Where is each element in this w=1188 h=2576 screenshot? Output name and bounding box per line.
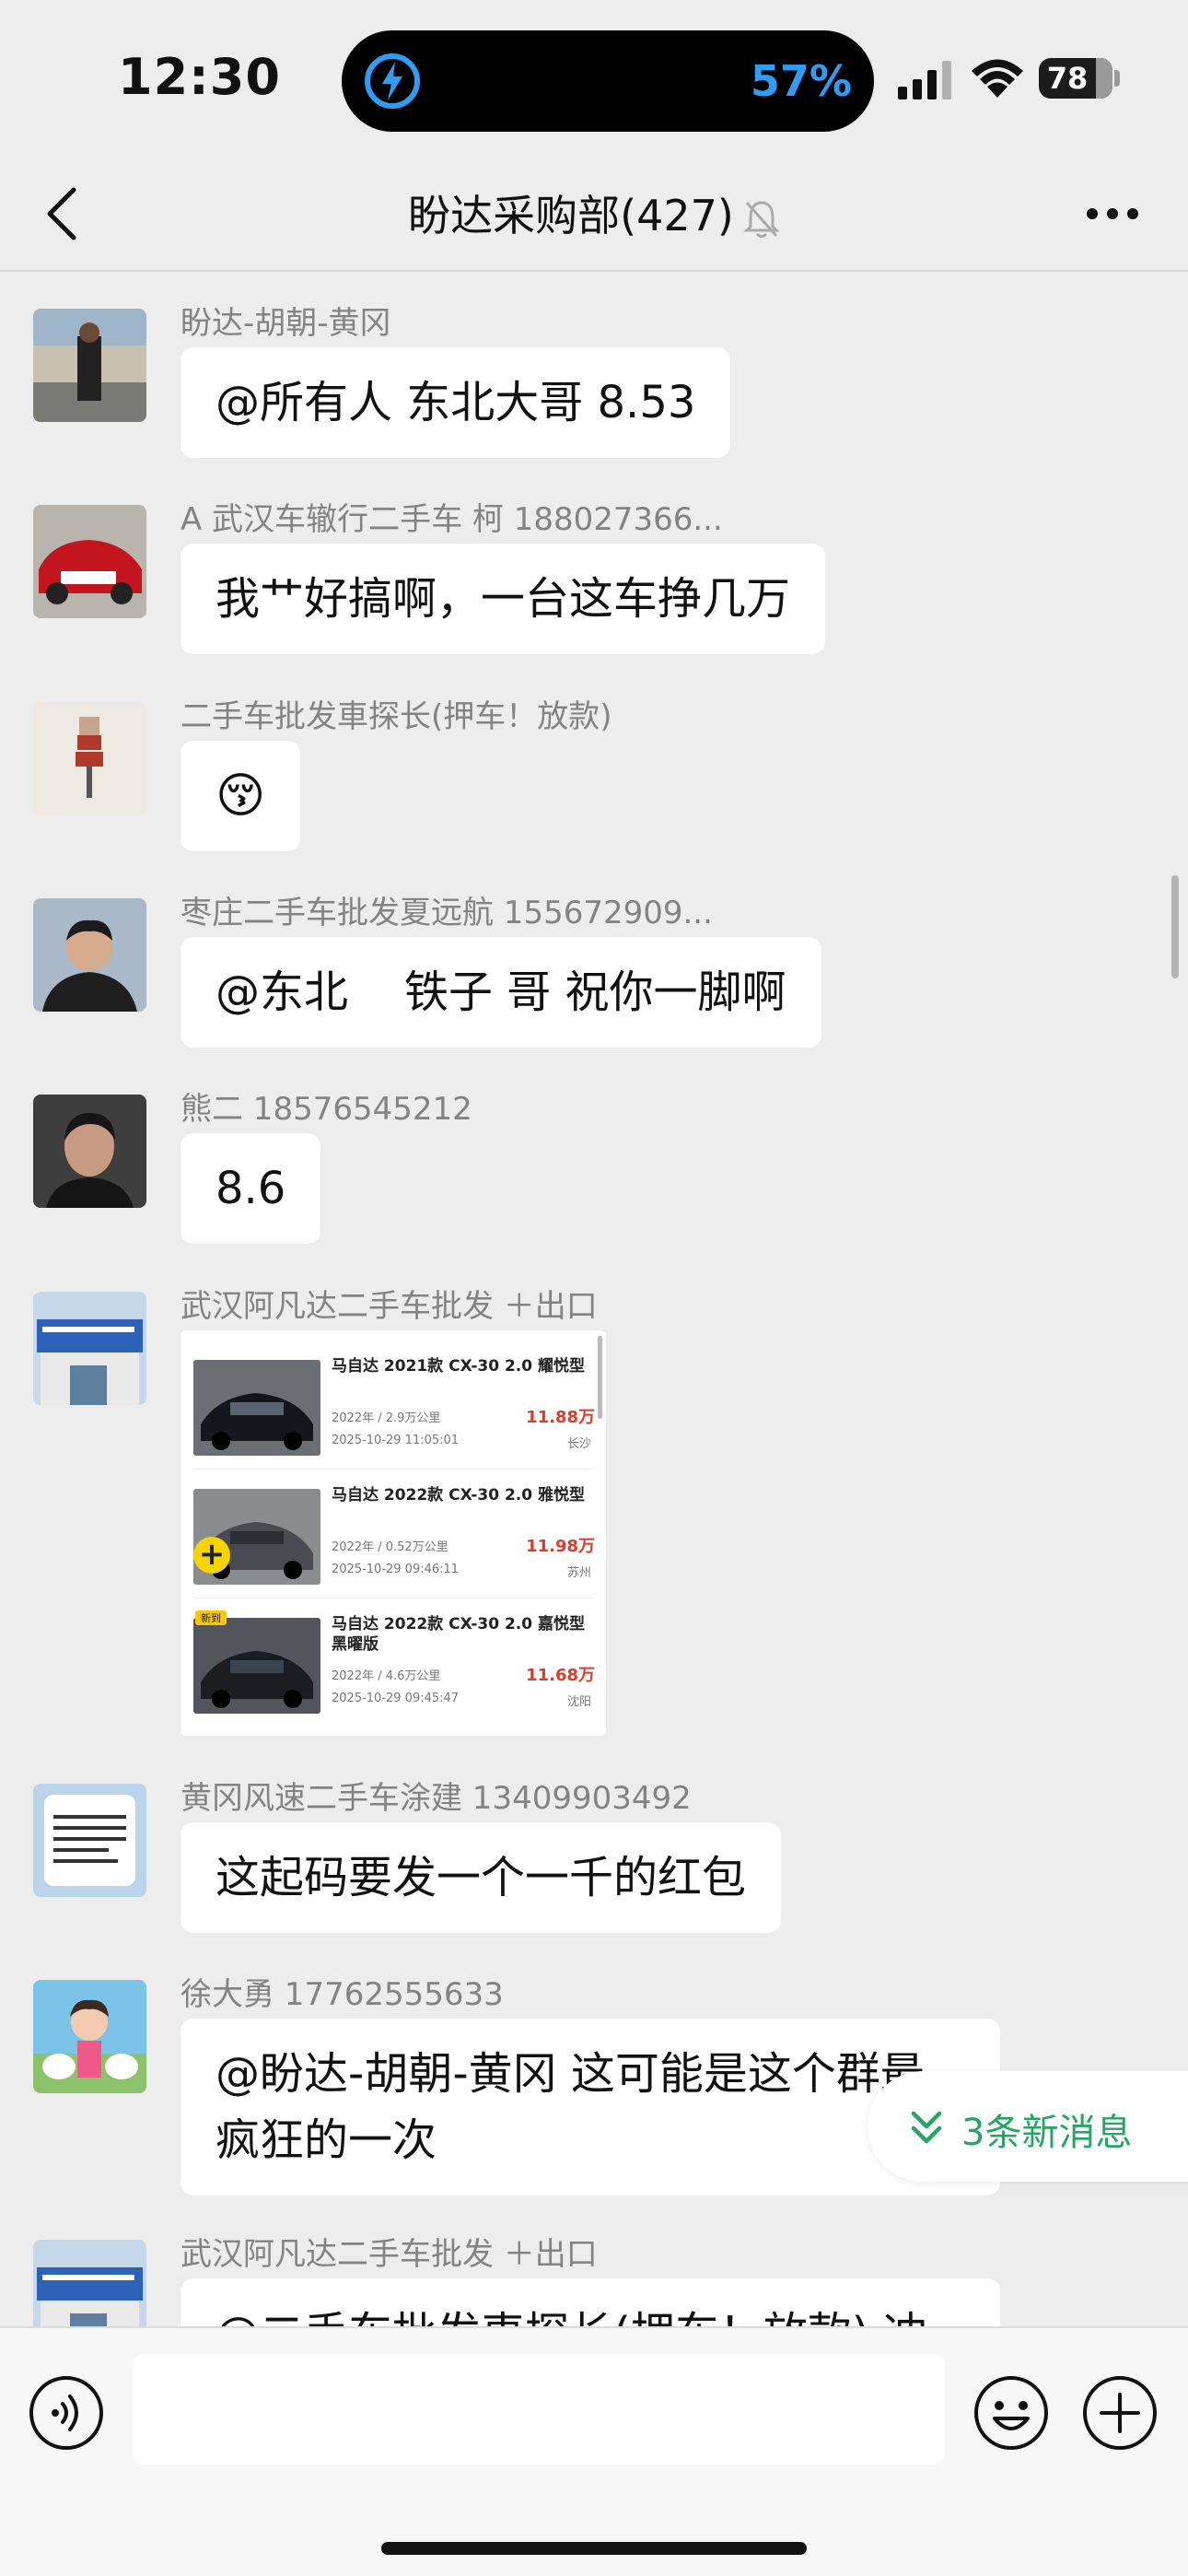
voice-input-icon[interactable] — [28, 2374, 105, 2452]
car-listing-row[interactable]: 新到 马自达 2022款 CX-30 2.0 嘉悦型黑曜版 2022年 / 4.… — [193, 1609, 599, 1719]
new-messages-label: 3条新消息 — [961, 2112, 1133, 2154]
message-bubble[interactable]: 😚 — [181, 741, 301, 851]
chat-title-text: 盼达采购部(427) — [408, 191, 734, 240]
cellular-signal-icon — [898, 61, 951, 100]
car-city: 长沙 — [566, 1437, 591, 1451]
message-input[interactable] — [133, 2354, 945, 2465]
battery-icon: 78 — [1039, 58, 1112, 99]
car-title: 马自达 2022款 CX-30 2.0 雅悦型 — [332, 1486, 586, 1505]
chat-header: 盼达采购部(427) — [0, 157, 1188, 272]
chat-title: 盼达采购部(427) — [0, 182, 1188, 243]
avatar[interactable] — [33, 702, 146, 815]
car-meta: 2022年 / 0.52万公里 — [332, 1540, 448, 1554]
car-title: 马自达 2021款 CX-30 2.0 耀悦型 — [332, 1357, 586, 1376]
sender-name: 盼达-胡朝-黄冈 — [181, 305, 391, 342]
car-photo — [193, 1360, 320, 1456]
sender-name: 黄冈风速二手车涂建 13409903492 — [181, 1780, 692, 1817]
car-date: 2025-10-29 09:45:47 — [332, 1692, 460, 1705]
plus-icon[interactable] — [1081, 2374, 1159, 2452]
car-city: 苏州 — [566, 1566, 591, 1580]
double-chevron-down-icon — [911, 2111, 942, 2144]
emoji-icon[interactable] — [973, 2374, 1050, 2452]
avatar[interactable] — [33, 898, 146, 1012]
car-price: 11.68万 — [526, 1666, 595, 1685]
new-messages-button[interactable]: 3条新消息 — [868, 2071, 1188, 2182]
add-icon[interactable]: + — [193, 1537, 230, 1574]
car-price: 11.98万 — [526, 1537, 595, 1556]
sender-name: 熊二 18576545212 — [181, 1091, 472, 1128]
message-bubble[interactable]: 这起码要发一个一千的红包 — [181, 1822, 782, 1933]
car-city: 沈阳 — [566, 1695, 591, 1709]
chat-input-bar — [0, 2326, 1188, 2576]
avatar[interactable] — [33, 505, 146, 618]
message-bubble[interactable]: @东北 铁子 哥 祝你一脚啊 — [181, 937, 821, 1048]
avatar[interactable] — [33, 2240, 146, 2326]
status-bar: 12:30 57% 78 — [0, 0, 1188, 157]
message-bubble-clip: @二手车批发車探长(押车！放款) 冲 — [181, 2278, 1000, 2326]
car-listing-card[interactable]: 马自达 2021款 CX-30 2.0 耀悦型 2022年 / 2.9万公里 2… — [181, 1330, 606, 1736]
mute-bell-icon — [743, 200, 780, 238]
car-date: 2025-10-29 11:05:01 — [332, 1434, 460, 1447]
message-bubble[interactable]: @所有人 东北大哥 8.53 — [181, 347, 731, 458]
sender-name: 枣庄二手车批发夏远航 155672909... — [181, 895, 713, 931]
sender-name: 二手车批发車探长(押车！放款) — [181, 698, 612, 735]
message-bubble[interactable]: 8.6 — [181, 1133, 321, 1244]
car-meta: 2022年 / 4.6万公里 — [332, 1669, 441, 1683]
scroll-indicator[interactable] — [1171, 875, 1179, 978]
avatar[interactable] — [33, 1292, 146, 1405]
avatar[interactable] — [33, 1784, 146, 1897]
car-title: 马自达 2022款 CX-30 2.0 嘉悦型黑曜版 — [332, 1615, 586, 1654]
home-indicator[interactable] — [381, 2542, 807, 2555]
car-meta: 2022年 / 2.9万公里 — [332, 1411, 441, 1425]
new-arrival-tag: 新到 — [195, 1610, 227, 1625]
dynamic-island: 57% — [342, 30, 874, 132]
sender-name: 武汉阿凡达二手车批发 ＋出口 — [181, 2236, 598, 2273]
car-photo — [193, 1618, 320, 1714]
sender-name: A 武汉车辙行二手车 柯 188027366... — [181, 501, 723, 538]
car-listing-row[interactable]: 马自达 2021款 CX-30 2.0 耀悦型 2022年 / 2.9万公里 2… — [193, 1351, 599, 1461]
car-date: 2025-10-29 09:46:11 — [332, 1563, 460, 1576]
sender-name: 徐大勇 17762555633 — [181, 1976, 504, 2013]
avatar[interactable] — [33, 309, 146, 422]
status-time: 12:30 — [118, 48, 281, 106]
message-bubble[interactable]: 我艹好搞啊，一台这车挣几万 — [181, 544, 826, 654]
message-bubble[interactable]: @二手车批发車探长(押车！放款) 冲 — [181, 2278, 1000, 2326]
wifi-icon — [972, 59, 1023, 98]
car-price: 11.88万 — [526, 1408, 595, 1427]
more-options-icon[interactable] — [1085, 205, 1140, 223]
avatar[interactable] — [33, 1095, 146, 1208]
car-listing-row[interactable]: + 马自达 2022款 CX-30 2.0 雅悦型 2022年 / 0.52万公… — [193, 1480, 599, 1590]
avatar[interactable] — [33, 1980, 146, 2093]
sender-name: 武汉阿凡达二手车批发 ＋出口 — [181, 1288, 598, 1325]
battery-level: 78 — [1046, 61, 1089, 96]
charging-bolt-icon — [365, 53, 420, 109]
battery-saver-percent: 57% — [750, 56, 852, 106]
